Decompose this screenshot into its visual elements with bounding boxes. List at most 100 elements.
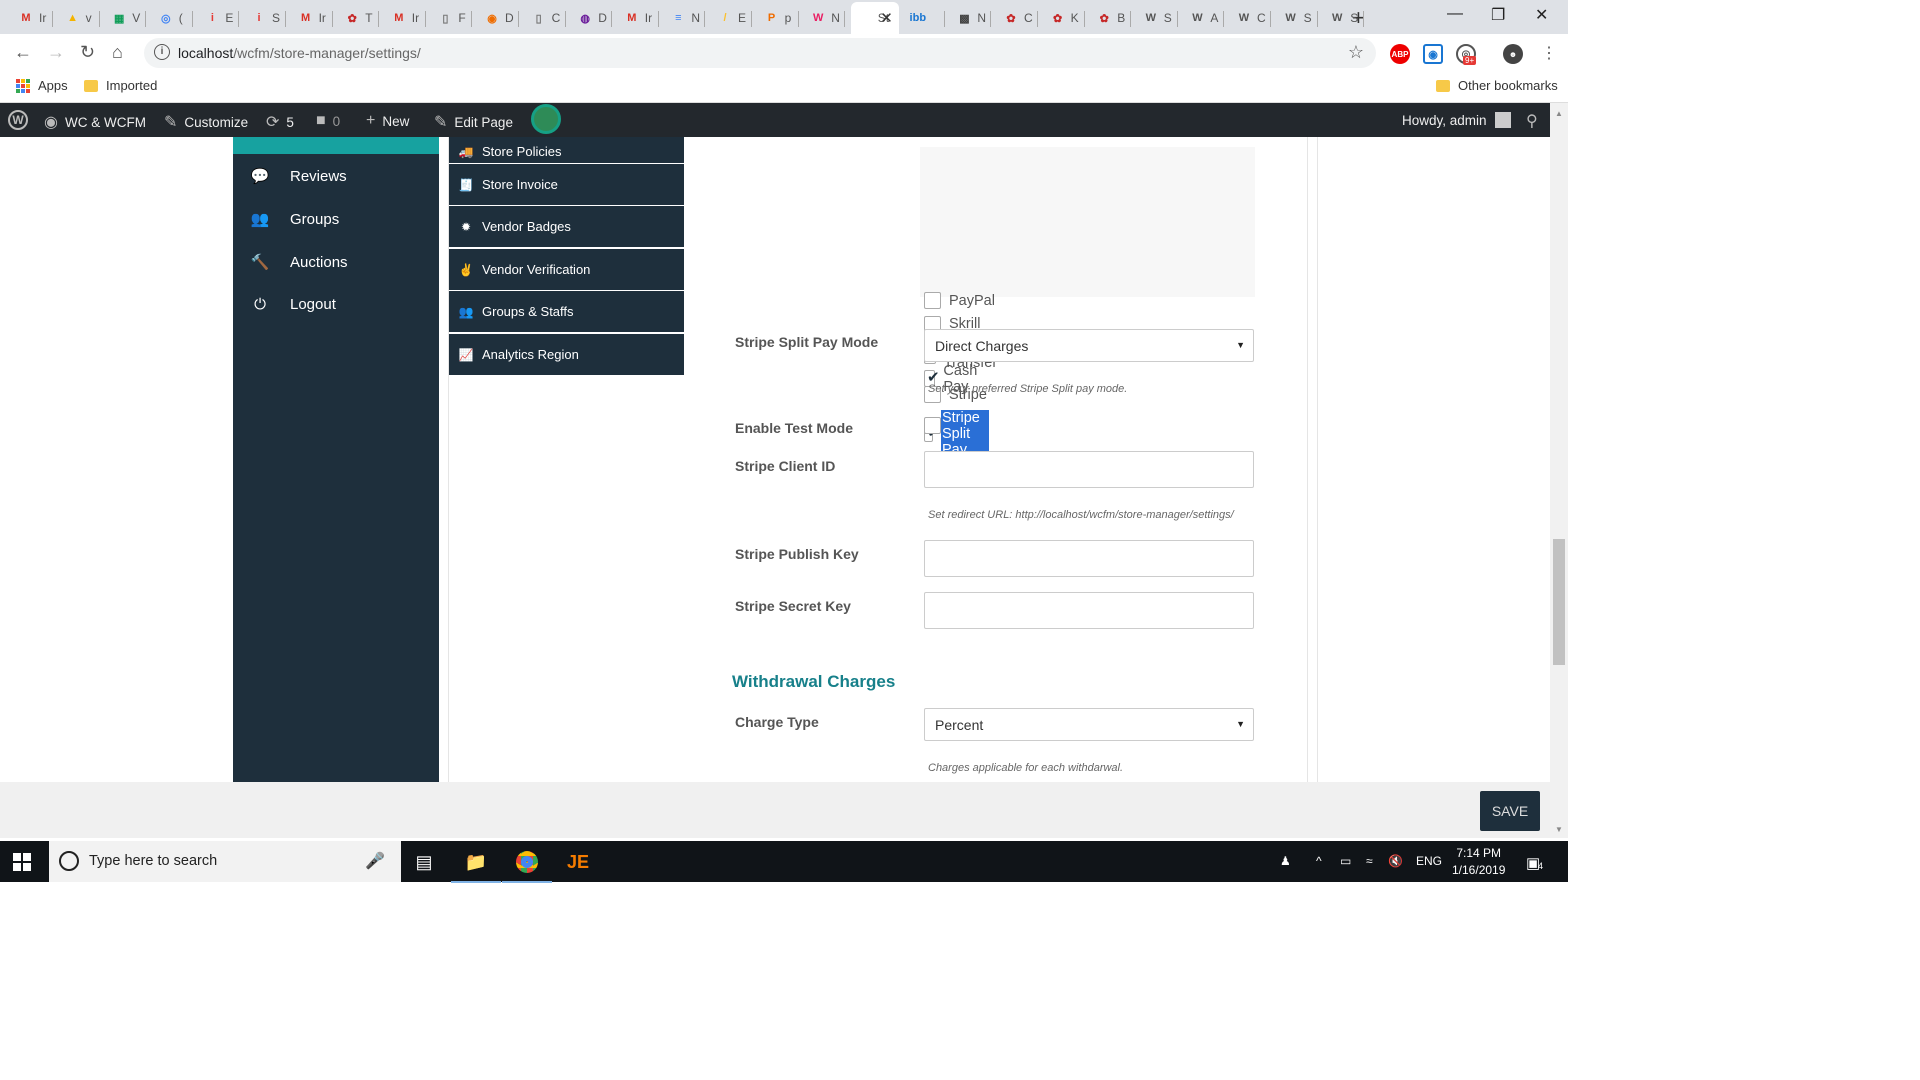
wcfm-badge-icon[interactable] bbox=[531, 104, 561, 134]
maximize-icon[interactable]: ❐ bbox=[1491, 5, 1505, 25]
browser-tab[interactable]: Pp bbox=[758, 2, 799, 34]
wp-comments[interactable]: ■ 0 bbox=[316, 112, 340, 130]
browser-tab[interactable]: S St ✕ bbox=[850, 2, 899, 34]
test-mode-checkbox[interactable] bbox=[924, 417, 941, 434]
close-tab-icon[interactable]: ✕ bbox=[880, 9, 893, 27]
submenu-item-label: Store Policies bbox=[482, 144, 562, 159]
bookmark-folder-other[interactable]: Other bookmarks bbox=[1436, 78, 1558, 93]
page-scrollbar[interactable]: ▲ ▼ bbox=[1550, 103, 1568, 838]
adblock-icon[interactable]: ABP bbox=[1390, 44, 1410, 64]
browser-tab[interactable]: iE bbox=[198, 2, 240, 34]
tray-chevron-icon[interactable]: ^ bbox=[1316, 854, 1322, 868]
browser-tab[interactable]: ibb bbox=[904, 2, 945, 34]
address-bar[interactable]: i localhost/wcfm/store-manager/settings/… bbox=[144, 38, 1376, 68]
browser-tab[interactable]: M Ir bbox=[12, 2, 53, 34]
reload-icon[interactable]: ↻ bbox=[80, 42, 95, 63]
gateway-checkbox[interactable] bbox=[924, 292, 941, 309]
secret-key-input[interactable] bbox=[924, 592, 1254, 629]
submenu-item[interactable]: ✌ Vendor Verification bbox=[449, 249, 684, 291]
wp-account[interactable]: Howdy, admin bbox=[1402, 112, 1511, 128]
plus-icon: + bbox=[366, 112, 376, 129]
battery-icon[interactable]: ▭ bbox=[1340, 854, 1351, 868]
url-text[interactable]: localhost/wcfm/store-manager/settings/ bbox=[178, 45, 421, 61]
taskbar-clock[interactable]: 7:14 PM 1/16/2019 bbox=[1452, 845, 1505, 879]
gateway-option[interactable]: PayPal bbox=[924, 292, 995, 309]
wp-new[interactable]: + New bbox=[366, 112, 409, 130]
submenu-item[interactable]: 🧾 Store Invoice bbox=[449, 164, 684, 206]
microphone-icon[interactable]: 🎤 bbox=[365, 851, 385, 871]
browser-tab[interactable]: ◉ D bbox=[478, 2, 519, 34]
browser-tab[interactable]: M Ir bbox=[618, 2, 659, 34]
browser-tab[interactable]: ✿ B bbox=[1090, 2, 1132, 34]
browser-tab[interactable]: M Ir bbox=[292, 2, 333, 34]
jetbrains-icon[interactable]: JE bbox=[563, 849, 593, 875]
search-icon[interactable]: ⚲ bbox=[1526, 111, 1538, 131]
sidebar-item-reviews[interactable]: 💬 Reviews bbox=[233, 156, 439, 196]
sidebar-item-groups[interactable]: 👥 Groups bbox=[233, 199, 439, 239]
scrollbar-thumb[interactable] bbox=[1553, 539, 1565, 665]
wordpress-logo-icon[interactable]: W bbox=[8, 110, 28, 130]
forward-icon[interactable]: → bbox=[47, 42, 65, 63]
browser-tab[interactable]: iS bbox=[245, 2, 286, 34]
tab-title: B bbox=[1117, 11, 1126, 25]
taskbar-search-box[interactable]: Type here to search 🎤 bbox=[49, 841, 401, 882]
browser-tab[interactable]: ≡ N bbox=[664, 2, 706, 34]
wifi-icon[interactable]: ≈ bbox=[1366, 854, 1373, 868]
home-icon[interactable]: ⌂ bbox=[112, 42, 123, 63]
scroll-up-icon[interactable]: ▲ bbox=[1555, 109, 1563, 118]
close-window-icon[interactable]: ✕ bbox=[1535, 5, 1548, 25]
browser-tab[interactable]: WS bbox=[1277, 2, 1318, 34]
submenu-item[interactable]: 📈 Analytics Region bbox=[449, 334, 684, 376]
browser-tab[interactable]: / E bbox=[711, 2, 752, 34]
scroll-down-icon[interactable]: ▼ bbox=[1555, 825, 1563, 834]
browser-tab[interactable]: WN bbox=[804, 2, 846, 34]
submenu-item[interactable]: 🚚 Store Policies bbox=[449, 137, 684, 164]
back-icon[interactable]: ← bbox=[14, 42, 32, 63]
people-icon[interactable]: ♟ bbox=[1280, 854, 1291, 868]
wp-customize[interactable]: ✎ Customize bbox=[164, 112, 248, 132]
browser-tab[interactable]: ▯ F bbox=[431, 2, 473, 34]
browser-tab[interactable]: ▲ v bbox=[59, 2, 100, 34]
browser-tab[interactable]: M Ir bbox=[385, 2, 426, 34]
browser-tab[interactable]: WS bbox=[1137, 2, 1178, 34]
minimize-icon[interactable]: — bbox=[1447, 5, 1463, 23]
volume-muted-icon[interactable]: 🔇 bbox=[1388, 854, 1403, 868]
submenu-item[interactable]: ✹ Vendor Badges bbox=[449, 206, 684, 248]
sidebar-item-logout[interactable]: ⏻ Logout bbox=[233, 284, 439, 324]
wp-site-name[interactable]: ◉ WC & WCFM bbox=[44, 112, 146, 132]
browser-tab[interactable]: WA bbox=[1183, 2, 1225, 34]
sidebar-item-label: Reviews bbox=[290, 167, 347, 185]
publish-key-input[interactable] bbox=[924, 540, 1254, 577]
browser-tab[interactable]: ◎( bbox=[152, 2, 193, 34]
chrome-menu-icon[interactable]: ⋮ bbox=[1541, 43, 1557, 63]
camera-extension-icon[interactable]: ◉ bbox=[1423, 44, 1443, 64]
bookmark-star-icon[interactable]: ☆ bbox=[1348, 42, 1364, 63]
browser-tab[interactable]: ▦ V bbox=[105, 2, 147, 34]
browser-tab[interactable]: ✿ C bbox=[997, 2, 1038, 34]
save-button[interactable]: SAVE bbox=[1480, 791, 1540, 831]
task-view-icon[interactable]: ▤ bbox=[409, 849, 439, 875]
charge-type-select[interactable]: Percent ▼ bbox=[924, 708, 1254, 741]
browser-tab[interactable]: ▯ C bbox=[525, 2, 566, 34]
windows-start-icon[interactable] bbox=[13, 853, 31, 871]
chrome-taskbar-icon[interactable] bbox=[502, 849, 552, 883]
profile-avatar[interactable]: ☻ bbox=[1503, 44, 1523, 64]
file-explorer-icon[interactable]: 📁 bbox=[451, 849, 501, 883]
wp-edit-page[interactable]: ✎ Edit Page bbox=[434, 112, 513, 132]
submenu-item[interactable]: 👥 Groups & Staffs bbox=[449, 291, 684, 333]
split-mode-select[interactable]: Direct Charges ▼ bbox=[924, 329, 1254, 362]
language-indicator[interactable]: ENG bbox=[1416, 854, 1442, 868]
browser-tab[interactable]: ▩ N bbox=[950, 2, 992, 34]
browser-tab[interactable]: ✿ K bbox=[1044, 2, 1085, 34]
browser-tab[interactable]: ✿ T bbox=[338, 2, 380, 34]
bookmark-folder-imported[interactable]: Imported bbox=[84, 78, 157, 93]
client-id-input[interactable] bbox=[924, 451, 1254, 488]
browser-tab[interactable]: ◍ D bbox=[571, 2, 613, 34]
browser-tab[interactable]: WC bbox=[1230, 2, 1271, 34]
site-info-icon[interactable]: i bbox=[154, 44, 170, 60]
browser-tab[interactable]: WS bbox=[1323, 2, 1365, 34]
wp-updates[interactable]: ⟳ 5 bbox=[266, 112, 294, 132]
sidebar-item-auctions[interactable]: 🔨 Auctions bbox=[233, 242, 439, 282]
menu-item-settings-active[interactable] bbox=[233, 137, 439, 154]
bookmark-apps[interactable]: Apps bbox=[16, 78, 68, 93]
